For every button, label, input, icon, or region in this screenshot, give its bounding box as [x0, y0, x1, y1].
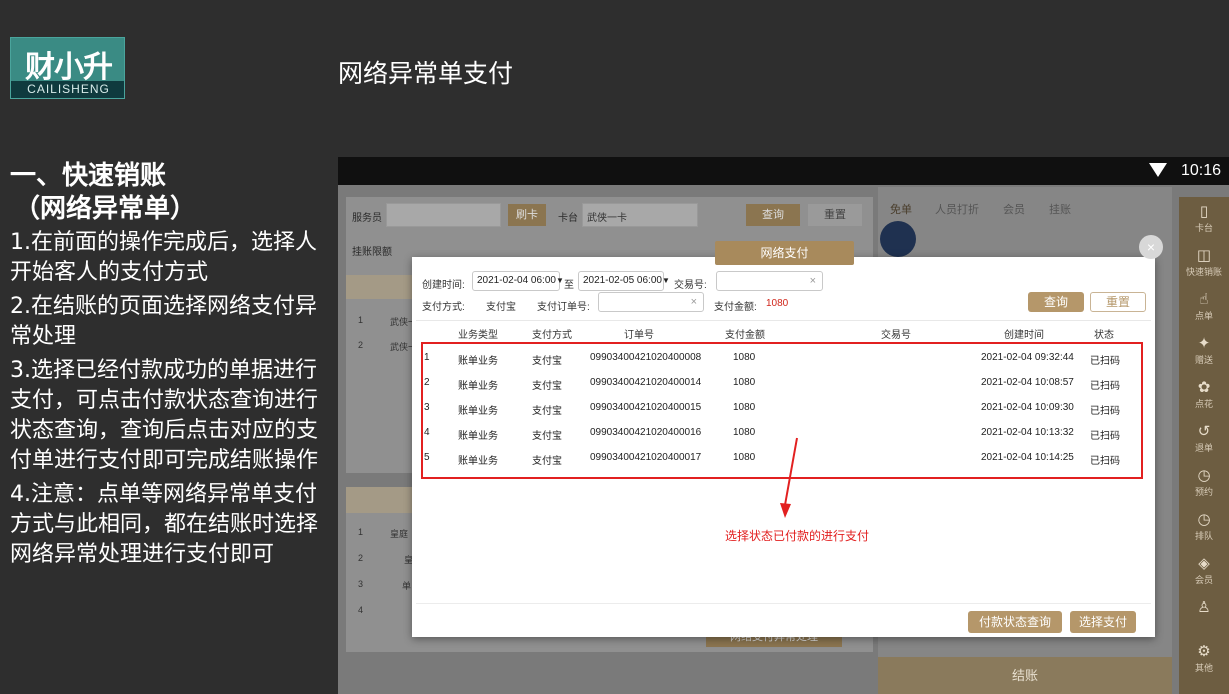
annotation-arrow — [780, 437, 798, 518]
annotation-note: 选择状态已付款的进行支付 — [725, 529, 870, 543]
